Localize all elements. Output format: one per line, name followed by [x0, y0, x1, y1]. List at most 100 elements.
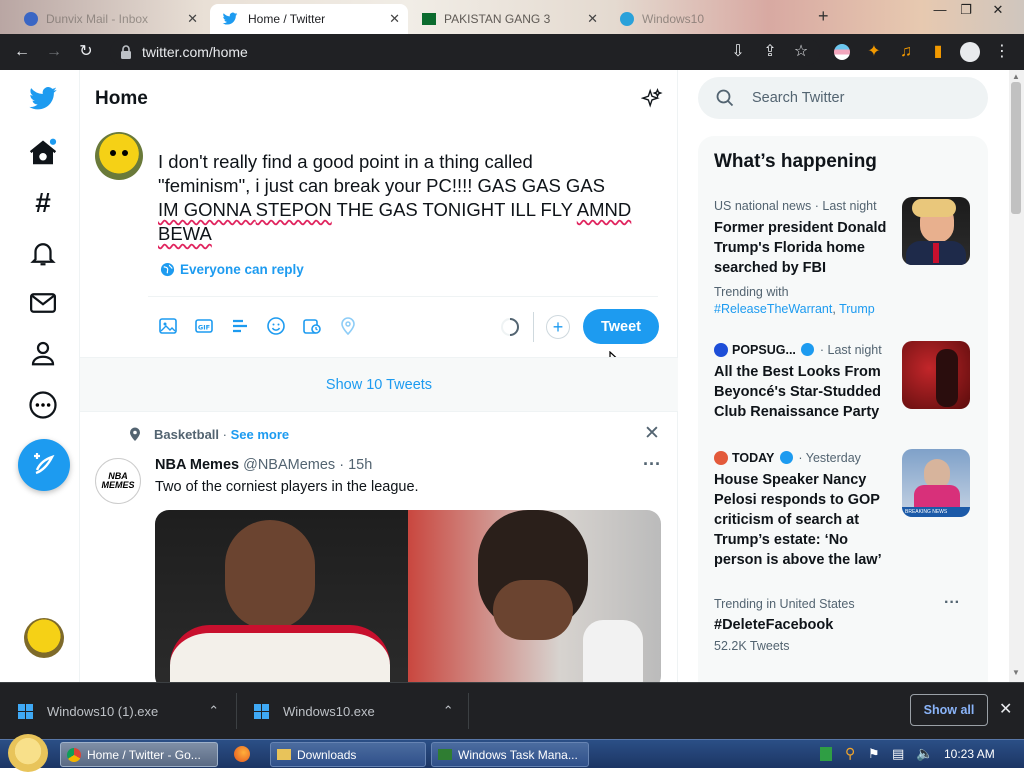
scrollbar-thumb[interactable] — [1011, 82, 1021, 214]
trend-thumbnail[interactable] — [902, 197, 970, 265]
tweet-author-avatar[interactable]: NBA MEMES — [95, 458, 141, 504]
address-bar[interactable]: twitter.com/home — [110, 38, 820, 66]
tweet-author-name[interactable]: NBA Memes — [155, 457, 239, 473]
tab-mail[interactable]: Dunvix Mail - Inbox ✕ — [16, 4, 206, 34]
gif-icon[interactable]: GIF — [194, 316, 214, 336]
compose-line: I don't really find a good point in a th… — [158, 151, 533, 172]
hashtag-link[interactable]: Trump — [839, 302, 875, 316]
verified-badge-icon — [801, 343, 815, 356]
compose-word: IM GONNA — [158, 199, 256, 220]
close-tab-icon[interactable]: ✕ — [587, 11, 598, 27]
forward-button[interactable]: → — [44, 42, 64, 62]
install-app-icon[interactable]: ⇩ — [728, 42, 748, 62]
tweet-photo[interactable] — [155, 510, 661, 682]
topic-pin-icon — [130, 427, 140, 441]
twitter-page: # Home I don't really find a good point … — [0, 70, 1024, 682]
reply-setting-label: Everyone can reply — [180, 262, 304, 277]
account-avatar[interactable] — [24, 618, 64, 658]
hashtag-link[interactable]: #ReleaseTheWarrant — [714, 302, 832, 316]
schedule-icon[interactable] — [302, 316, 322, 336]
trend-headline[interactable]: House Speaker Nancy Pelosi responds to G… — [714, 470, 894, 570]
show-new-tweets-button[interactable]: Show 10 Tweets — [80, 357, 678, 412]
reply-setting-button[interactable]: Everyone can reply — [160, 262, 304, 277]
task-manager-icon — [438, 749, 452, 760]
extension-puzzle-icon[interactable]: ✦ — [864, 42, 884, 62]
home-icon[interactable] — [28, 138, 58, 168]
show-all-downloads-button[interactable]: Show all — [910, 694, 988, 726]
notifications-bell-icon[interactable] — [28, 238, 58, 268]
trend-thumbnail[interactable]: BREAKING NEWS — [902, 449, 970, 517]
scroll-down-arrow-icon[interactable]: ▼ — [1012, 668, 1020, 677]
close-tab-icon[interactable]: ✕ — [187, 11, 198, 27]
trend-tweet-count: 52.2K Tweets — [714, 639, 790, 653]
twitter-logo-icon[interactable] — [28, 84, 58, 114]
browser-menu-icon[interactable]: ⋮ — [992, 42, 1012, 62]
messages-envelope-icon[interactable] — [28, 288, 58, 318]
search-input[interactable]: Search Twitter — [698, 77, 988, 119]
system-clock[interactable]: 10:23 AM — [944, 747, 995, 761]
close-tab-icon[interactable]: ✕ — [389, 11, 400, 27]
tweet-author-handle[interactable]: @NBAMemes — [243, 457, 335, 473]
tab-windows10[interactable]: Windows10 — [612, 4, 812, 34]
firefox-icon[interactable] — [234, 746, 250, 762]
download-item[interactable]: Windows10 (1).exe ⌃ — [18, 697, 219, 725]
tray-flag-icon[interactable]: ⚑ — [868, 746, 880, 762]
compose-tweet-button[interactable] — [18, 439, 70, 491]
new-tab-button[interactable]: + — [818, 6, 829, 27]
trend-thumbnail[interactable] — [902, 341, 970, 409]
tab-pakistan-gang[interactable]: PAKISTAN GANG 3 ✕ — [414, 4, 606, 34]
share-icon[interactable]: ⇪ — [760, 42, 780, 62]
compose-word-misspelled: STEPON — [255, 199, 332, 220]
side-panel-icon[interactable]: ▮ — [928, 42, 948, 62]
explore-hashtag-icon[interactable]: # — [28, 188, 58, 218]
location-pin-icon[interactable] — [338, 316, 358, 336]
taskbar-downloads[interactable]: Downloads — [270, 742, 426, 767]
maximize-button[interactable]: ❐ — [954, 2, 978, 20]
tweet-button[interactable]: Tweet — [583, 309, 659, 344]
media-image-icon[interactable] — [158, 316, 178, 336]
extension-flag-icon[interactable] — [832, 42, 852, 62]
tab-twitter[interactable]: Home / Twitter ✕ — [210, 4, 408, 34]
trend-more-options-icon[interactable]: ··· — [944, 594, 960, 612]
taskbar-task-manager[interactable]: Windows Task Mana... — [431, 742, 589, 767]
character-count-ring-icon — [501, 318, 519, 336]
composer-avatar[interactable] — [95, 132, 143, 180]
chevron-up-icon[interactable]: ⌃ — [208, 703, 219, 719]
add-thread-plus-icon[interactable]: + — [546, 315, 570, 339]
divider — [236, 693, 237, 729]
tray-task-manager-icon[interactable] — [820, 747, 832, 761]
media-controls-icon[interactable]: ♫ — [896, 42, 916, 62]
tweet-timestamp[interactable]: 15h — [348, 457, 372, 473]
tray-network-icon[interactable]: ▤ — [892, 746, 904, 762]
start-button[interactable] — [8, 734, 48, 772]
taskbar-chrome[interactable]: Home / Twitter - Go... — [60, 742, 218, 767]
tweet-compose-textarea[interactable]: I don't really find a good point in a th… — [158, 150, 658, 246]
trend-headline[interactable]: Former president Donald Trump's Florida … — [714, 218, 894, 278]
see-more-link[interactable]: See more — [231, 427, 290, 442]
trend-meta: Trending in United States — [714, 597, 855, 611]
thumb-caption: BREAKING NEWS — [902, 507, 970, 517]
sparkle-top-tweets-icon[interactable] — [641, 88, 663, 110]
close-window-button[interactable]: ✕ — [986, 2, 1010, 20]
minimize-button[interactable]: — — [928, 2, 952, 20]
profile-avatar-icon[interactable] — [960, 42, 980, 62]
tweet-more-options-icon[interactable]: ··· — [643, 454, 661, 475]
reload-button[interactable]: ↻ — [76, 42, 96, 62]
chevron-up-icon[interactable]: ⌃ — [443, 703, 454, 719]
more-options-icon[interactable] — [28, 390, 58, 420]
poll-icon[interactable] — [230, 316, 250, 336]
scroll-up-arrow-icon[interactable]: ▲ — [1012, 72, 1020, 81]
download-item[interactable]: Windows10.exe ⌃ — [254, 697, 454, 725]
dismiss-close-icon[interactable]: ✕ — [644, 422, 660, 445]
windows-taskbar: Home / Twitter - Go... Downloads Windows… — [0, 734, 1024, 772]
back-button[interactable]: ← — [12, 42, 32, 62]
profile-person-icon[interactable] — [28, 338, 58, 368]
tray-volume-icon[interactable]: 🔈 — [916, 745, 933, 762]
download-filename: Windows10 (1).exe — [47, 703, 159, 719]
bookmark-star-icon[interactable]: ☆ — [791, 42, 811, 62]
close-downloads-bar-icon[interactable]: ✕ — [999, 699, 1012, 719]
tray-search-icon[interactable]: ⚲ — [845, 745, 855, 762]
trend-headline[interactable]: All the Best Looks From Beyoncé's Star-S… — [714, 362, 894, 422]
emoji-icon[interactable] — [266, 316, 286, 336]
trend-headline[interactable]: #DeleteFacebook — [714, 615, 894, 635]
